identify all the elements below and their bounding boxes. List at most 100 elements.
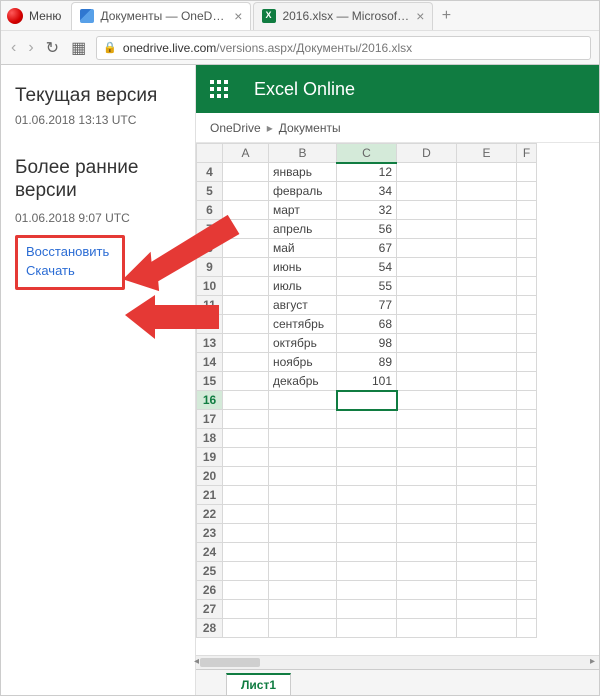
cell[interactable] bbox=[457, 429, 517, 448]
cell[interactable] bbox=[517, 315, 537, 334]
cell[interactable] bbox=[397, 562, 457, 581]
cell[interactable] bbox=[337, 486, 397, 505]
cell[interactable] bbox=[517, 239, 537, 258]
cell[interactable] bbox=[397, 334, 457, 353]
cell[interactable] bbox=[397, 258, 457, 277]
cell[interactable]: 54 bbox=[337, 258, 397, 277]
row-header[interactable]: 11 bbox=[197, 296, 223, 315]
cell[interactable]: 56 bbox=[337, 220, 397, 239]
row-header[interactable]: 4 bbox=[197, 163, 223, 182]
cell[interactable] bbox=[397, 505, 457, 524]
new-tab-button[interactable]: + bbox=[435, 7, 457, 25]
cell[interactable] bbox=[397, 524, 457, 543]
row-header[interactable]: 19 bbox=[197, 448, 223, 467]
cell[interactable] bbox=[457, 562, 517, 581]
cell[interactable] bbox=[223, 372, 269, 391]
cell[interactable] bbox=[457, 353, 517, 372]
cell[interactable] bbox=[223, 543, 269, 562]
cell[interactable] bbox=[223, 296, 269, 315]
cell[interactable] bbox=[337, 524, 397, 543]
cell[interactable] bbox=[397, 600, 457, 619]
cell[interactable] bbox=[223, 201, 269, 220]
cell[interactable] bbox=[397, 372, 457, 391]
cell[interactable]: 89 bbox=[337, 353, 397, 372]
cell[interactable] bbox=[517, 619, 537, 638]
cell[interactable] bbox=[397, 220, 457, 239]
row-header[interactable]: 24 bbox=[197, 543, 223, 562]
cell[interactable] bbox=[269, 410, 337, 429]
cell[interactable]: январь bbox=[269, 163, 337, 182]
row-header[interactable]: 8 bbox=[197, 239, 223, 258]
cell[interactable] bbox=[337, 619, 397, 638]
cell[interactable] bbox=[223, 315, 269, 334]
cell[interactable] bbox=[397, 467, 457, 486]
cell[interactable]: 12 bbox=[337, 163, 397, 182]
cell[interactable] bbox=[397, 619, 457, 638]
tab-excel[interactable]: 2016.xlsx — Microsoft Exc... × bbox=[253, 2, 433, 30]
cell[interactable] bbox=[517, 467, 537, 486]
cell[interactable] bbox=[457, 391, 517, 410]
cell[interactable]: февраль bbox=[269, 182, 337, 201]
cell[interactable] bbox=[517, 448, 537, 467]
back-button[interactable]: ‹ bbox=[9, 39, 18, 57]
cell[interactable] bbox=[269, 524, 337, 543]
row-header[interactable]: 5 bbox=[197, 182, 223, 201]
row-header[interactable]: 18 bbox=[197, 429, 223, 448]
cell[interactable] bbox=[223, 391, 269, 410]
row-header[interactable]: 17 bbox=[197, 410, 223, 429]
cell[interactable] bbox=[223, 277, 269, 296]
cell[interactable] bbox=[517, 410, 537, 429]
cell[interactable] bbox=[457, 277, 517, 296]
cell[interactable] bbox=[517, 353, 537, 372]
cell[interactable] bbox=[517, 391, 537, 410]
cell[interactable] bbox=[397, 391, 457, 410]
cell[interactable] bbox=[337, 467, 397, 486]
row-header[interactable]: 23 bbox=[197, 524, 223, 543]
cell[interactable]: 101 bbox=[337, 372, 397, 391]
cell[interactable] bbox=[517, 372, 537, 391]
cell[interactable] bbox=[517, 201, 537, 220]
spreadsheet-grid[interactable]: A B C D E F 4январь125февраль346март327а… bbox=[196, 143, 537, 638]
cell[interactable] bbox=[517, 562, 537, 581]
cell[interactable] bbox=[517, 486, 537, 505]
cell[interactable] bbox=[397, 239, 457, 258]
cell[interactable]: декабрь bbox=[269, 372, 337, 391]
cell[interactable]: 67 bbox=[337, 239, 397, 258]
cell[interactable] bbox=[397, 543, 457, 562]
cell[interactable] bbox=[337, 581, 397, 600]
cell[interactable] bbox=[337, 410, 397, 429]
close-tab-icon[interactable]: × bbox=[234, 8, 242, 24]
cell[interactable] bbox=[337, 600, 397, 619]
cell[interactable] bbox=[457, 296, 517, 315]
cell[interactable] bbox=[457, 619, 517, 638]
cell[interactable] bbox=[269, 467, 337, 486]
cell[interactable] bbox=[517, 505, 537, 524]
cell[interactable] bbox=[457, 448, 517, 467]
download-link[interactable]: Скачать bbox=[26, 261, 114, 281]
cell[interactable] bbox=[517, 429, 537, 448]
row-header[interactable]: 22 bbox=[197, 505, 223, 524]
row-header[interactable]: 12 bbox=[197, 315, 223, 334]
cell[interactable] bbox=[457, 315, 517, 334]
row-header[interactable]: 15 bbox=[197, 372, 223, 391]
row-header[interactable]: 21 bbox=[197, 486, 223, 505]
cell[interactable] bbox=[223, 524, 269, 543]
cell[interactable] bbox=[223, 600, 269, 619]
cell[interactable] bbox=[397, 486, 457, 505]
cell[interactable] bbox=[397, 410, 457, 429]
cell[interactable] bbox=[517, 220, 537, 239]
cell[interactable] bbox=[517, 258, 537, 277]
cell[interactable] bbox=[223, 429, 269, 448]
row-header[interactable]: 25 bbox=[197, 562, 223, 581]
cell[interactable] bbox=[397, 277, 457, 296]
cell[interactable] bbox=[517, 581, 537, 600]
cell[interactable] bbox=[457, 372, 517, 391]
cell[interactable]: 77 bbox=[337, 296, 397, 315]
cell[interactable] bbox=[269, 429, 337, 448]
horizontal-scrollbar[interactable]: ◂ ▸ bbox=[196, 655, 599, 669]
cell[interactable] bbox=[223, 467, 269, 486]
cell[interactable] bbox=[337, 429, 397, 448]
cell[interactable] bbox=[457, 239, 517, 258]
cell[interactable] bbox=[517, 163, 537, 182]
row-header[interactable]: 13 bbox=[197, 334, 223, 353]
